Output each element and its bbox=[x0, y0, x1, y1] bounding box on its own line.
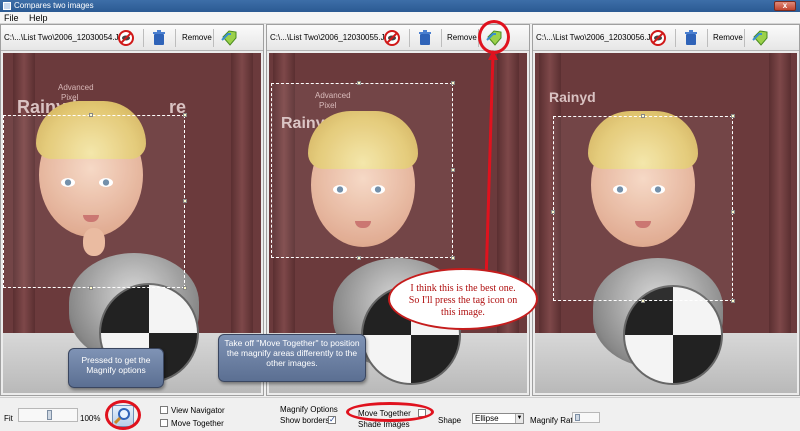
resize-handle[interactable] bbox=[183, 113, 187, 117]
remove-button[interactable]: Remove bbox=[447, 33, 477, 42]
resize-handle[interactable] bbox=[641, 299, 645, 303]
magnify-options-label: Magnify Options bbox=[280, 405, 338, 414]
resize-handle[interactable] bbox=[183, 199, 187, 203]
magnify-button-highlight bbox=[105, 400, 141, 430]
file-path: C:\...\List Two\2006_12030056.JPG bbox=[536, 33, 663, 42]
magnify-rate-slider[interactable] bbox=[572, 412, 600, 423]
zoom-percent: 100% bbox=[80, 414, 101, 423]
magnify-callout: Pressed to get the Magnify options bbox=[68, 348, 164, 388]
tag-highlight-circle bbox=[478, 20, 510, 54]
toolbar-separator bbox=[175, 29, 176, 47]
menu-file[interactable]: File bbox=[0, 12, 23, 24]
shape-select[interactable]: Ellipse ▼ bbox=[472, 413, 524, 424]
resize-handle[interactable] bbox=[451, 256, 455, 260]
chevron-down-icon: ▼ bbox=[515, 414, 523, 423]
curtain bbox=[769, 53, 791, 333]
zoom-slider[interactable] bbox=[18, 408, 78, 422]
resize-handle[interactable] bbox=[183, 286, 187, 290]
move-together-left-checkbox[interactable] bbox=[160, 419, 168, 427]
resize-handle[interactable] bbox=[731, 114, 735, 118]
trash-icon[interactable] bbox=[150, 29, 168, 47]
no-magnify-icon[interactable] bbox=[117, 29, 135, 47]
move-together-callout: Take off "Move Together" to position the… bbox=[218, 334, 366, 382]
resize-handle[interactable] bbox=[451, 81, 455, 85]
panel-toolbar: C:\...\List Two\2006_12030056.JPG Remove bbox=[533, 25, 799, 51]
trash-icon[interactable] bbox=[682, 29, 700, 47]
resize-handle[interactable] bbox=[551, 210, 555, 214]
move-together-left-label: Move Together bbox=[171, 419, 224, 428]
view-navigator-label: View Navigator bbox=[171, 406, 225, 415]
trash-icon[interactable] bbox=[416, 29, 434, 47]
title-bar: Compares two images x bbox=[0, 0, 800, 12]
move-together-highlight bbox=[346, 402, 434, 422]
magnify-rate-label: Magnify Rate bbox=[530, 416, 578, 425]
toolbar-separator bbox=[213, 29, 214, 47]
resize-handle[interactable] bbox=[89, 113, 93, 117]
toolbar-separator bbox=[409, 29, 410, 47]
tag-icon[interactable] bbox=[220, 29, 238, 47]
show-borders-checkbox[interactable] bbox=[328, 415, 336, 424]
resize-handle[interactable] bbox=[89, 286, 93, 290]
toolbar-separator bbox=[675, 29, 676, 47]
tag-icon[interactable] bbox=[751, 29, 769, 47]
menu-bar: File Help bbox=[0, 12, 800, 24]
image-panel-3: C:\...\List Two\2006_12030056.JPG Remove… bbox=[532, 24, 800, 396]
magnify-rate-thumb[interactable] bbox=[575, 414, 580, 421]
watermark-brand: Rainyd bbox=[549, 89, 596, 105]
close-button[interactable]: x bbox=[774, 1, 796, 11]
image-view[interactable]: Rainyd bbox=[535, 53, 797, 393]
shape-label: Shape bbox=[438, 416, 462, 425]
remove-button[interactable]: Remove bbox=[713, 33, 743, 42]
fit-label: Fit bbox=[4, 414, 13, 423]
watermark-line1: Advanced bbox=[58, 83, 94, 92]
resize-handle[interactable] bbox=[731, 210, 735, 214]
resize-handle[interactable] bbox=[451, 168, 455, 172]
toolbar-separator bbox=[744, 29, 745, 47]
menu-help[interactable]: Help bbox=[25, 12, 52, 24]
toolbar-separator bbox=[707, 29, 708, 47]
zoom-slider-thumb[interactable] bbox=[47, 410, 52, 420]
no-magnify-icon[interactable] bbox=[383, 29, 401, 47]
view-navigator-checkbox[interactable] bbox=[160, 406, 168, 414]
file-path: C:\...\List Two\2006_12030054.JPG bbox=[4, 33, 131, 42]
magnify-area[interactable] bbox=[553, 116, 733, 301]
no-magnify-icon[interactable] bbox=[649, 29, 667, 47]
resize-handle[interactable] bbox=[731, 299, 735, 303]
shape-value: Ellipse bbox=[475, 414, 499, 423]
resize-handle[interactable] bbox=[357, 81, 361, 85]
resize-handle[interactable] bbox=[357, 256, 361, 260]
pointer-arrow bbox=[484, 50, 498, 283]
annotation-cloud: I think this is the best one. So I'll pr… bbox=[388, 268, 538, 330]
app-icon bbox=[3, 2, 11, 10]
toolbar-separator bbox=[143, 29, 144, 47]
window-title: Compares two images bbox=[14, 1, 94, 10]
resize-handle[interactable] bbox=[641, 114, 645, 118]
file-path: C:\...\List Two\2006_12030055.JPG bbox=[270, 33, 397, 42]
curtain bbox=[231, 53, 253, 333]
toolbar-separator bbox=[441, 29, 442, 47]
magnify-area[interactable] bbox=[271, 83, 453, 258]
show-borders-label: Show borders bbox=[280, 416, 330, 425]
remove-button[interactable]: Remove bbox=[182, 33, 212, 42]
magnify-area[interactable] bbox=[3, 115, 185, 288]
panel-toolbar: C:\...\List Two\2006_12030054.JPG Remove bbox=[1, 25, 263, 51]
